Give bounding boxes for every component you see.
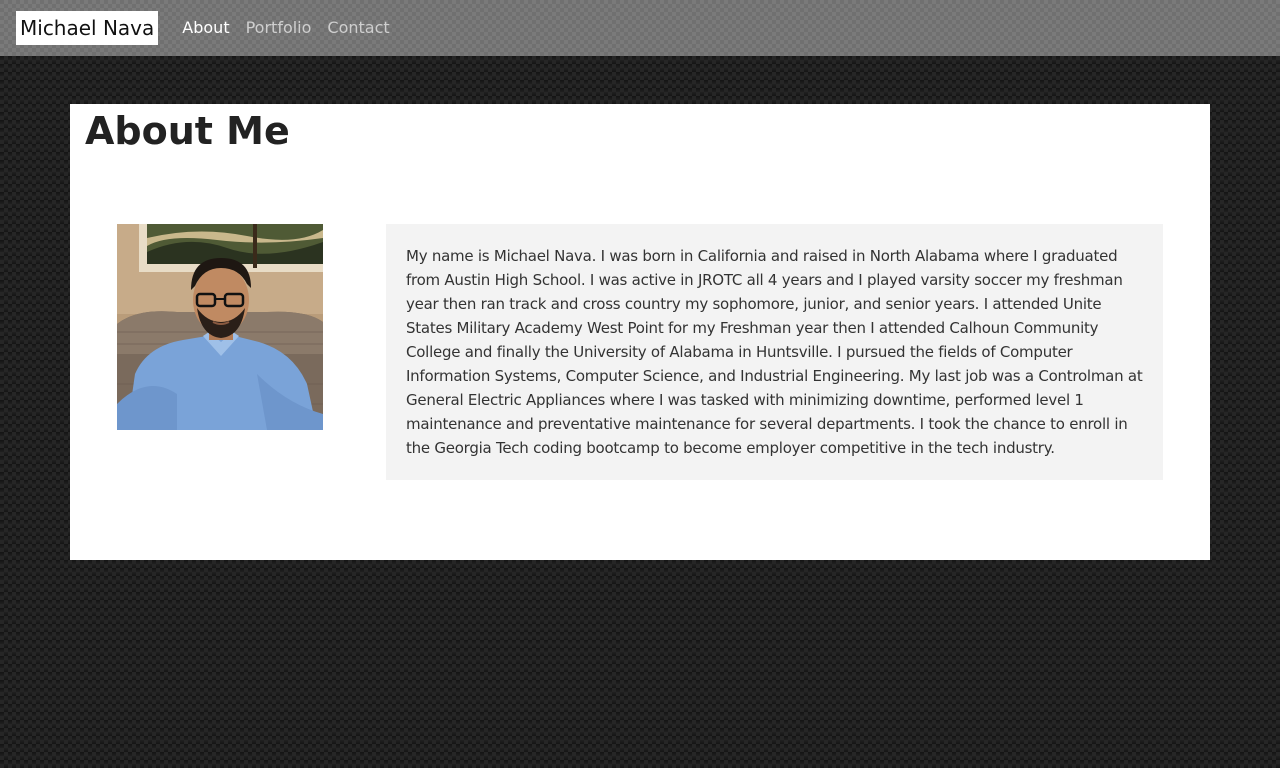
bio-box: My name is Michael Nava. I was born in C… (386, 224, 1163, 480)
nav-link-contact[interactable]: Contact (319, 0, 397, 56)
navbar: Michael Nava About Portfolio Contact (0, 0, 1280, 56)
page-title: About Me (85, 109, 290, 153)
nav-link-about[interactable]: About (174, 0, 237, 56)
about-section: About Me My name is Michael Nava. I was … (70, 104, 1210, 560)
brand-link[interactable]: Michael Nava (16, 11, 159, 45)
nav-link-portfolio[interactable]: Portfolio (238, 0, 320, 56)
bio-text: My name is Michael Nava. I was born in C… (406, 247, 1143, 457)
profile-photo (117, 224, 323, 430)
nav-links: About Portfolio Contact (174, 0, 397, 56)
